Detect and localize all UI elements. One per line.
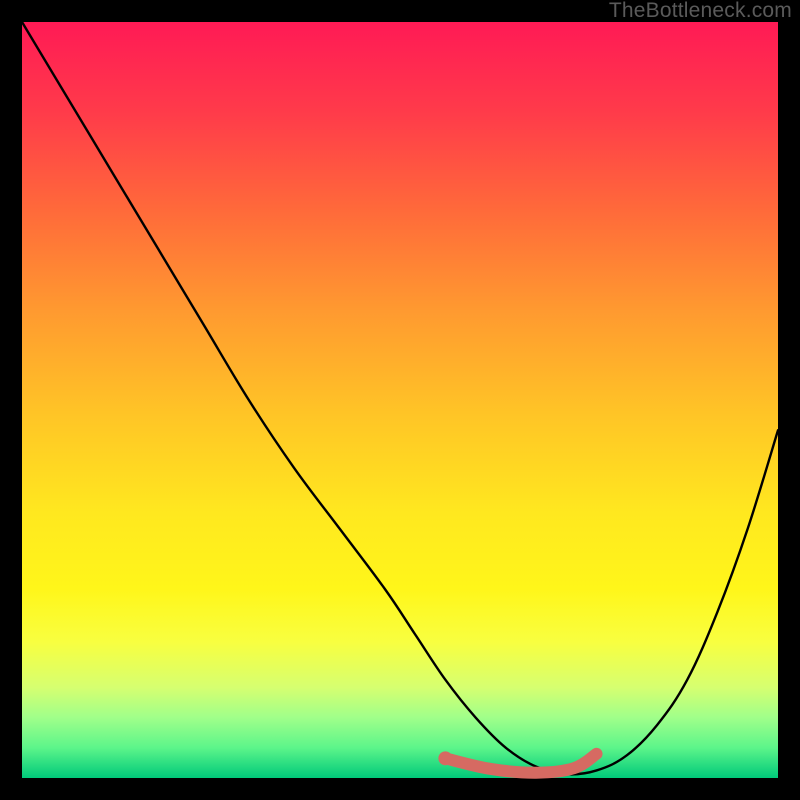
plot-area <box>22 22 778 778</box>
chart-svg <box>22 22 778 778</box>
optimal-range-start-dot <box>438 751 452 765</box>
chart-frame: TheBottleneck.com <box>0 0 800 800</box>
bottleneck-curve-path <box>22 22 778 774</box>
watermark-text: TheBottleneck.com <box>609 0 792 22</box>
optimal-range-path <box>445 754 596 773</box>
